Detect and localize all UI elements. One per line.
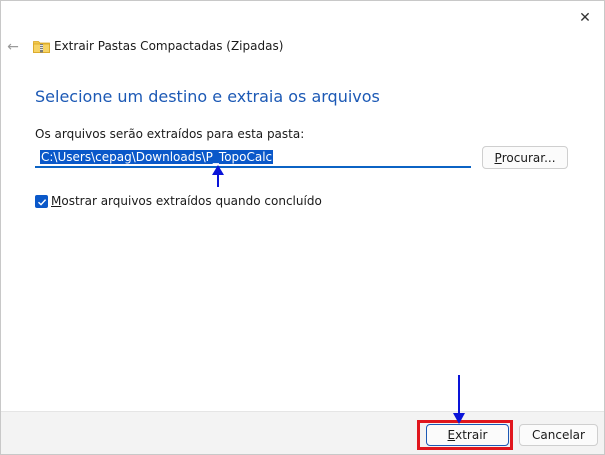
annotation-overlay [212, 165, 465, 424]
destination-label: Os arquivos serão extraídos para esta pa… [35, 127, 305, 141]
cancel-button[interactable]: Cancelar [519, 424, 598, 446]
dialog-title: Extrair Pastas Compactadas (Zipadas) [54, 39, 284, 53]
browse-mnemonic: P [494, 150, 502, 165]
close-icon[interactable]: ✕ [574, 7, 596, 29]
dialog-header: ← Extrair Pastas Compactadas (Zipadas) [1, 31, 604, 63]
destination-path-value: C:\Users\cepag\Downloads\P_TopoCalc [40, 150, 274, 164]
page-heading: Selecione um destino e extraia os arquiv… [35, 87, 380, 106]
destination-path-input[interactable]: C:\Users\cepag\Downloads\P_TopoCalc [35, 147, 471, 168]
show-extracted-checkbox[interactable] [35, 195, 48, 208]
show-extracted-label: Mostrar arquivos extraídos quando conclu… [51, 194, 322, 208]
dialog-footer: Extrair Cancelar [1, 411, 604, 454]
checkmark-icon [37, 198, 46, 206]
path-arrow-icon [212, 165, 224, 187]
extract-highlight-box [417, 420, 513, 450]
zip-folder-icon [33, 41, 50, 53]
back-arrow-icon[interactable]: ← [5, 39, 21, 55]
browse-label: rocurar... [501, 150, 556, 165]
browse-button[interactable]: Procurar... [482, 146, 568, 169]
extract-dialog: ✕ ← Extrair Pastas Compactadas (Zipadas)… [0, 0, 605, 455]
